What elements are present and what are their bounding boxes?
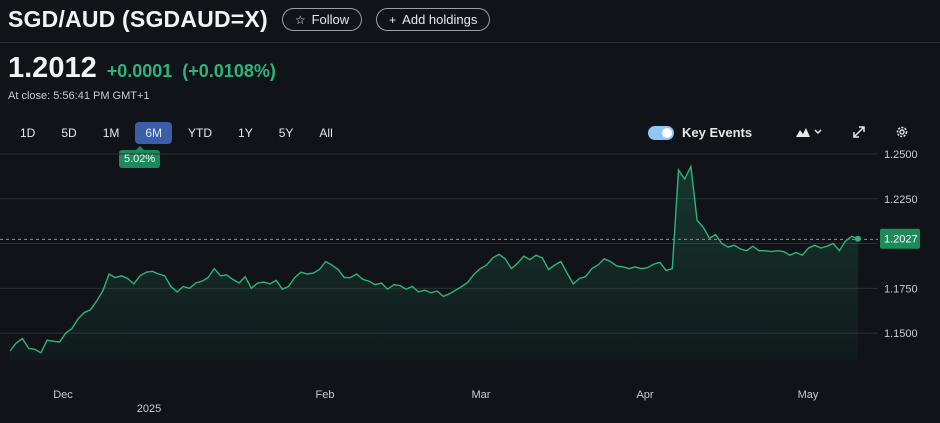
price-chart: 1.25001.22501.20001.17501.1500 DecFebMar… bbox=[0, 149, 920, 415]
y-tick-label: 1.2500 bbox=[884, 149, 918, 161]
current-value-label: 1.2027 bbox=[880, 228, 920, 249]
price-area bbox=[10, 166, 858, 360]
y-tick-label: 1.1750 bbox=[884, 283, 918, 295]
current-value-text: 1.2027 bbox=[884, 234, 918, 246]
x-tick-label: May bbox=[798, 389, 819, 401]
y-tick-label: 1.1500 bbox=[884, 328, 918, 340]
last-point-marker bbox=[855, 235, 861, 242]
x-tick-label: Dec bbox=[53, 389, 73, 401]
x-tick-label: Mar bbox=[472, 389, 491, 401]
x-axis: Dec Feb Mar Apr May bbox=[53, 389, 819, 401]
x-tick-label: Apr bbox=[636, 389, 653, 401]
year-label: 2025 bbox=[137, 403, 161, 415]
x-tick-label: Feb bbox=[316, 389, 335, 401]
y-tick-label: 1.2250 bbox=[884, 194, 918, 206]
